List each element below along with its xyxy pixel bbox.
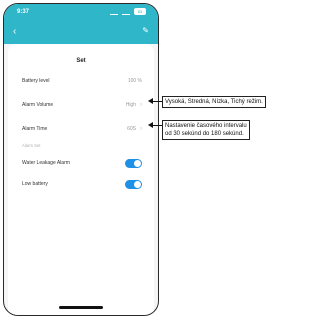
status-time: 9:37: [17, 9, 30, 15]
time-arrow: [148, 122, 162, 129]
row-value: 60S: [127, 126, 136, 132]
chevron-right-icon: ›: [140, 102, 142, 108]
row-alarm-time[interactable]: Alarm Time 60S ›: [22, 123, 142, 135]
edit-icon[interactable]: ✎: [142, 26, 149, 35]
back-icon[interactable]: ‹: [13, 26, 16, 37]
time-callout-line2: od 30 sekúnd do 180 sekúnd.: [165, 131, 244, 137]
header-bar: 9:37 83 ‹ ✎: [4, 4, 158, 44]
home-indicator: [59, 306, 103, 309]
status-icons: 83: [110, 8, 146, 15]
row-label: Alarm Time: [22, 126, 48, 132]
page-title: Set: [76, 58, 86, 64]
volume-callout: Vysoká, Stredná, Nízka, Tichý režim.: [162, 96, 266, 108]
settings-card: Set Battery level 100 % Alarm Volume Hig…: [8, 44, 154, 315]
chevron-right-icon: ›: [140, 126, 142, 132]
wifi-icon: [122, 9, 130, 15]
volume-arrow: [148, 98, 162, 105]
row-value: 100 %: [127, 78, 142, 84]
low-battery-toggle[interactable]: [125, 179, 142, 189]
row-battery-level: Battery level 100 %: [22, 75, 142, 87]
row-label: Low battery: [22, 181, 48, 187]
time-callout: Nastavenie časového intervalu od 30 sekú…: [162, 120, 250, 140]
phone-frame: 9:37 83 ‹ ✎ Set Battery level 100 % Alar…: [3, 3, 159, 316]
section-label: Alarm Set: [22, 143, 41, 148]
time-callout-line1: Nastavenie časového intervalu: [165, 123, 247, 129]
row-label: Battery level: [22, 78, 50, 84]
signal-icon: [110, 9, 118, 15]
battery-icon: 83: [134, 8, 146, 15]
row-value: High: [125, 102, 136, 108]
row-water-leakage-alarm: Water Leakage Alarm: [22, 157, 142, 169]
water-leakage-toggle[interactable]: [125, 158, 142, 168]
row-label: Alarm Volume: [22, 102, 54, 108]
row-alarm-volume[interactable]: Alarm Volume High ›: [22, 99, 142, 111]
row-label: Water Leakage Alarm: [22, 160, 70, 166]
row-low-battery: Low battery: [22, 178, 142, 190]
